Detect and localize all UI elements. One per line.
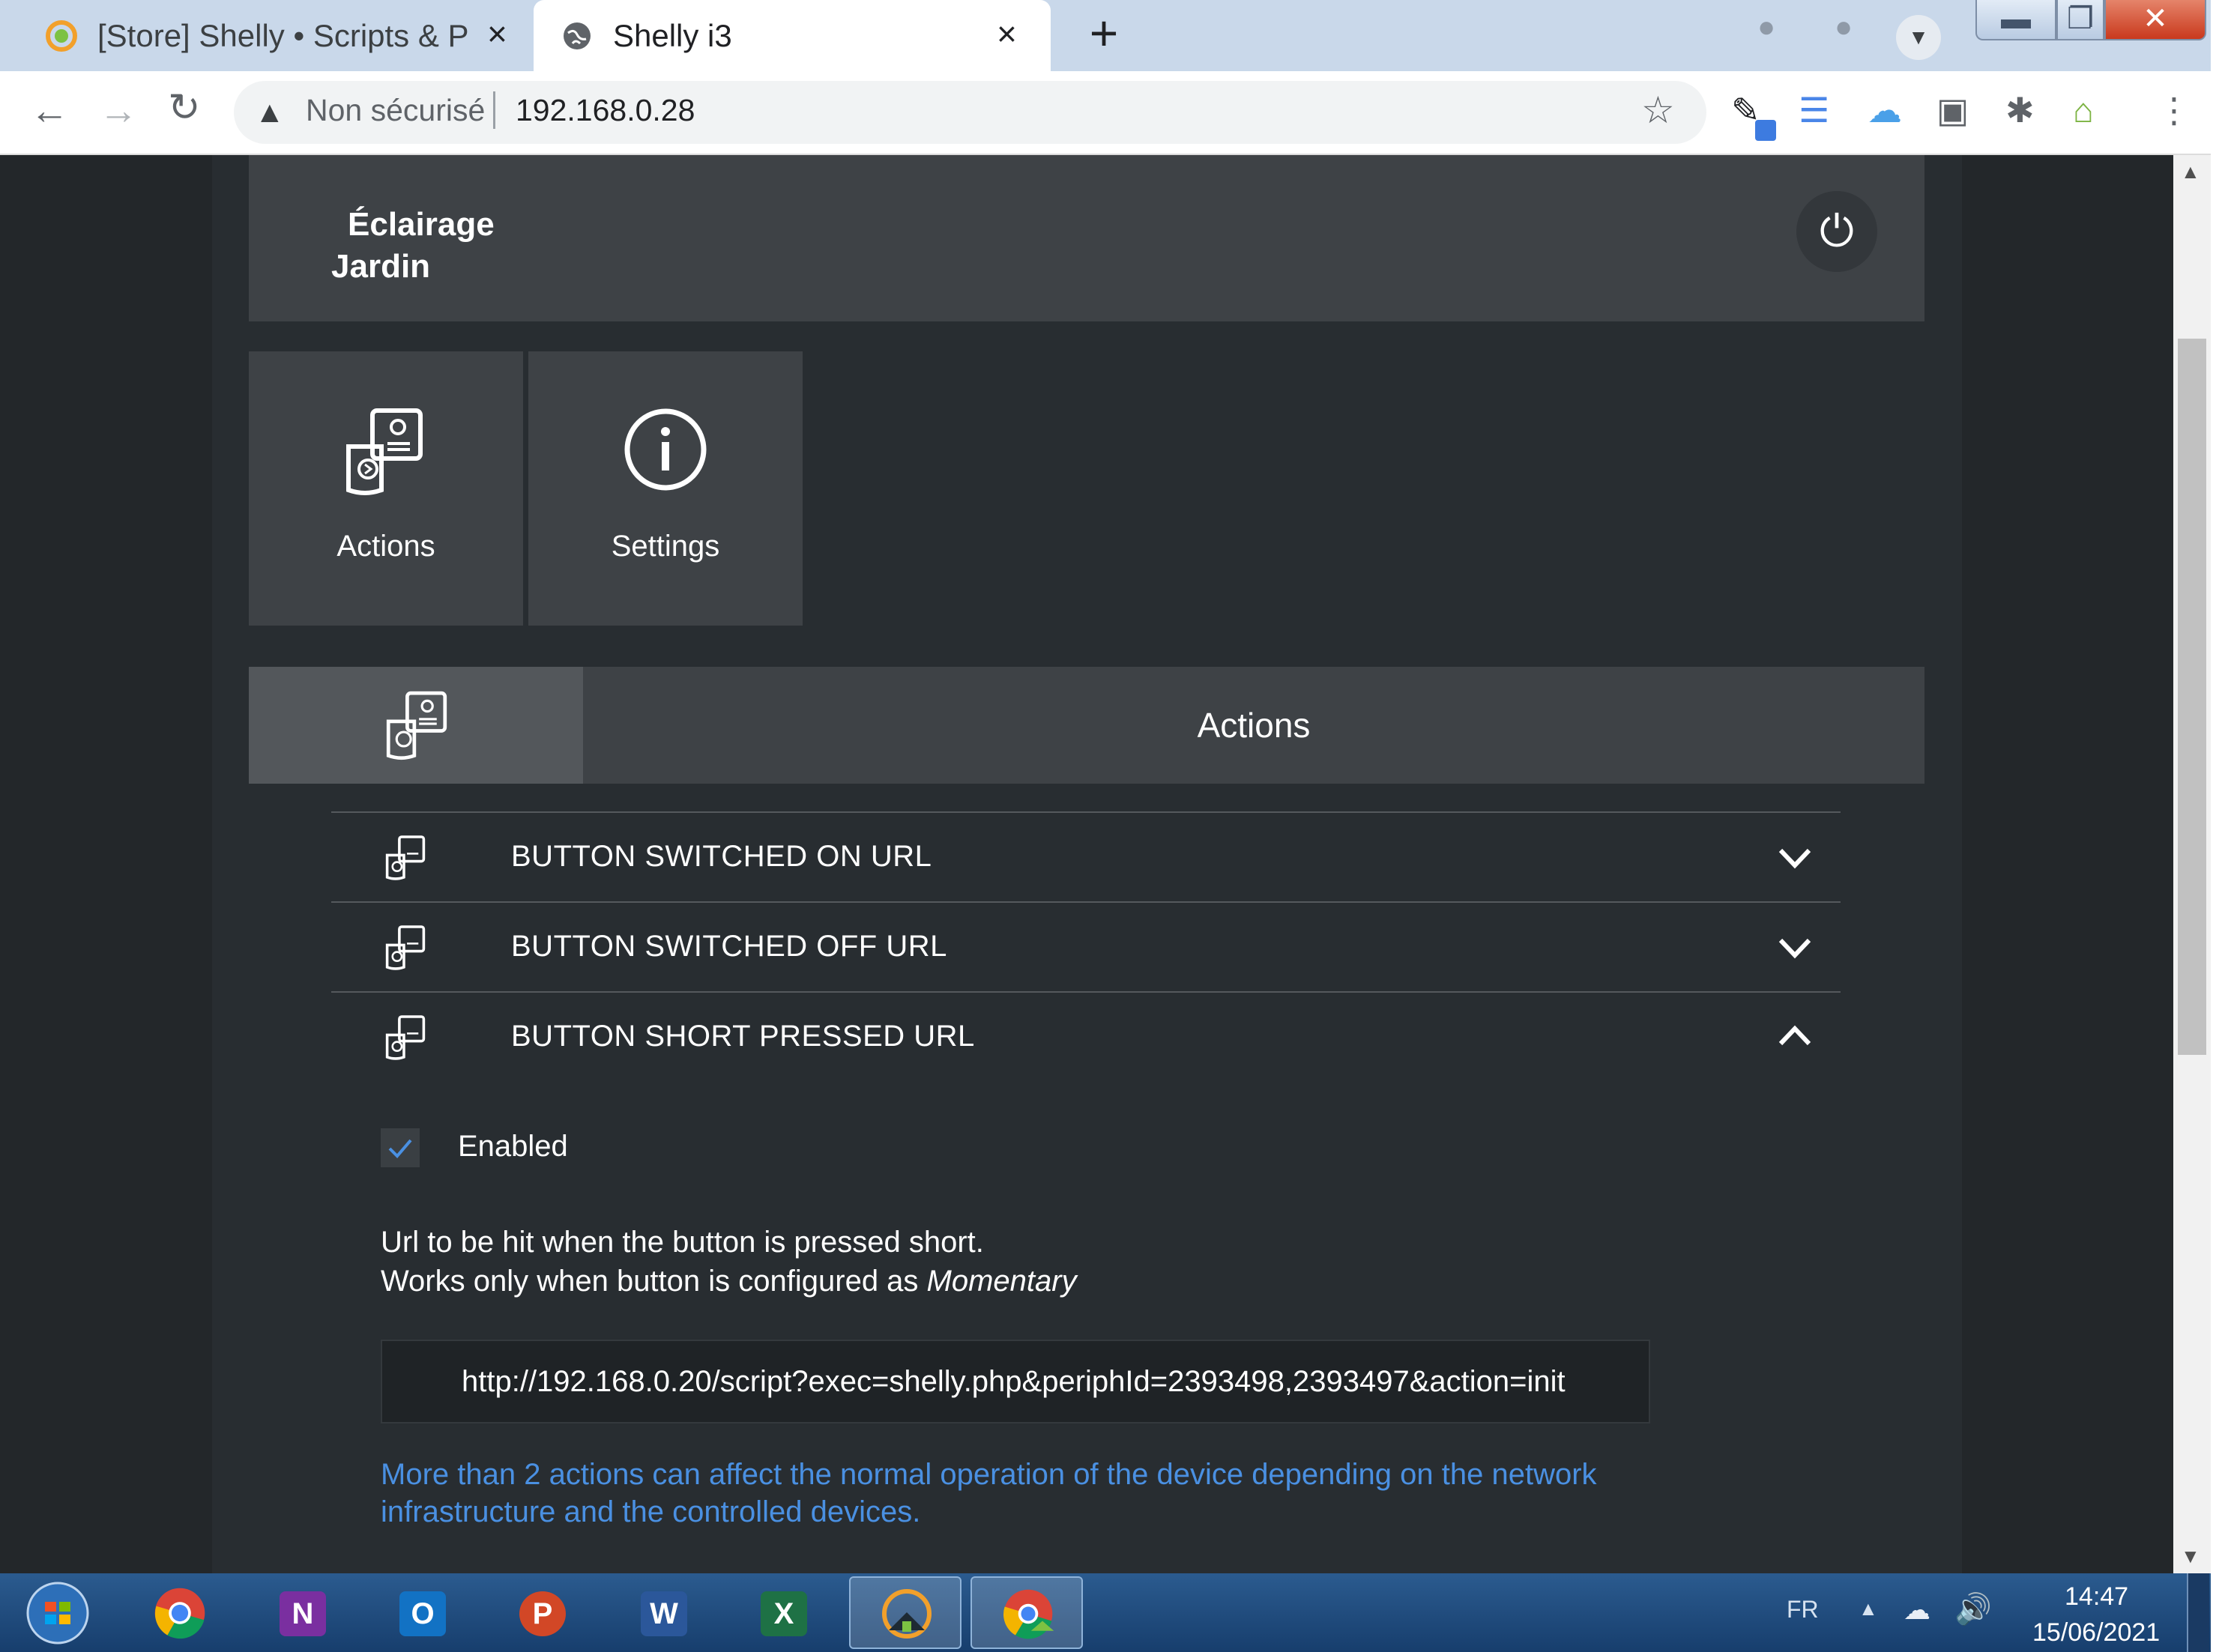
screen-edge (2211, 0, 2231, 1652)
tab-title: [Store] Shelly • Scripts & P (97, 17, 469, 53)
scroll-down-icon[interactable]: ▼ (2181, 1545, 2200, 1568)
menu-kebab-icon[interactable]: ⋮ (2157, 90, 2191, 130)
puzzle-extensions-icon[interactable]: ✱ (2005, 90, 2035, 130)
back-arrow-icon[interactable]: ← (30, 88, 69, 133)
volume-icon[interactable]: 🔊 (1954, 1591, 1992, 1627)
taskbar-jeedom[interactable] (849, 1576, 961, 1649)
device-name-line1: Éclairage (348, 206, 495, 243)
enabled-checkbox[interactable] (381, 1128, 420, 1167)
onenote-icon: N (280, 1591, 326, 1636)
url-text[interactable]: 192.168.0.28 (516, 93, 695, 128)
actions-icon (385, 835, 426, 880)
actions-icon (386, 691, 447, 760)
taskbar-powerpoint[interactable]: P (487, 1576, 600, 1649)
restore-button[interactable]: ❐ (2056, 0, 2104, 40)
short-pressed-url-input[interactable]: http://192.168.0.20/script?exec=shelly.p… (381, 1340, 1650, 1423)
tab-title: Shelly i3 (613, 17, 732, 53)
network-icon[interactable]: ☁ (1904, 1594, 1930, 1626)
momentary-emphasis: Momentary (926, 1265, 1077, 1298)
warning-line1: More than 2 actions can affect the norma… (381, 1458, 1597, 1491)
action-row-short-pressed[interactable]: BUTTON SHORT PRESSED URL (331, 993, 1841, 1081)
action-row-switched-off[interactable]: BUTTON SWITCHED OFF URL (331, 903, 1841, 991)
taskbar-excel[interactable]: X (728, 1576, 841, 1649)
translate-extension-icon[interactable]: ☰ (1799, 90, 1829, 130)
taskbar-onenote[interactable]: N (247, 1576, 360, 1649)
close-icon[interactable]: × (487, 13, 507, 54)
tile-settings-label: Settings (611, 530, 720, 563)
info-icon (624, 408, 707, 491)
taskbar-word[interactable]: W (609, 1576, 721, 1649)
actions-icon (385, 925, 426, 970)
minimize-button[interactable]: ▬ (1975, 0, 2056, 40)
windows-start-orb-icon (26, 1582, 89, 1645)
checkmark-icon (388, 1139, 412, 1158)
excel-icon: X (761, 1591, 807, 1636)
extension-faint-icon: ● (1835, 10, 1853, 43)
cloud-extension-icon[interactable]: ☁ (1868, 90, 1902, 130)
close-icon[interactable]: × (997, 13, 1017, 54)
clock-time[interactable]: 14:47 (2065, 1582, 2128, 1612)
security-label[interactable]: Non sécurisé (306, 93, 485, 128)
description-line2-text: Works only when button is configured as (381, 1265, 927, 1298)
section-title: Actions (1197, 706, 1311, 745)
pen-extension-badge (1755, 120, 1776, 141)
globe-icon (564, 22, 591, 49)
power-icon: ⏻ (1820, 207, 1854, 255)
device-name-line2: Jardin (331, 248, 431, 285)
tab-shelly-i3[interactable]: Shelly i3 × (534, 0, 1051, 71)
actions-icon (385, 1015, 426, 1060)
jeedom-house-icon (882, 1589, 932, 1639)
search-tabs-icon: ● (1757, 10, 1776, 43)
scrollbar-thumb[interactable] (2178, 339, 2206, 1055)
chrome-icon (154, 1588, 205, 1639)
tray-expand-icon[interactable]: ▲ (1859, 1597, 1878, 1621)
scroll-up-icon[interactable]: ▲ (2181, 160, 2200, 184)
tab-search-dropdown-icon[interactable]: ▼ (1896, 15, 1941, 60)
bookmark-star-icon[interactable]: ☆ (1641, 88, 1675, 132)
tab-store-shelly[interactable]: [Store] Shelly • Scripts & P × (15, 0, 528, 71)
actions-icon (346, 408, 423, 495)
powerpoint-icon: P (519, 1591, 566, 1636)
forward-arrow-icon[interactable]: → (99, 88, 138, 133)
home-extension-icon[interactable]: ⌂ (2073, 90, 2094, 130)
chevron-up-icon[interactable] (1776, 1021, 1814, 1051)
clock-date[interactable]: 15/06/2021 (2032, 1618, 2160, 1648)
word-icon: W (641, 1591, 687, 1636)
window-close-button[interactable]: ✕ (2104, 0, 2206, 40)
taskbar-chrome-jeedom[interactable] (970, 1576, 1083, 1649)
power-button[interactable]: ⏻ (1796, 191, 1877, 272)
show-desktop-button[interactable] (2187, 1573, 2209, 1652)
tile-actions[interactable]: Actions (249, 351, 523, 626)
chevron-down-icon[interactable] (1776, 843, 1814, 873)
taskbar-chrome[interactable] (124, 1576, 236, 1649)
outlook-icon: O (399, 1591, 446, 1636)
action-row-switched-on[interactable]: BUTTON SWITCHED ON URL (331, 813, 1841, 901)
jeedom-tab-icon (46, 19, 77, 52)
chrome-app-icon (1003, 1589, 1054, 1639)
tile-actions-label: Actions (336, 530, 435, 563)
reload-icon[interactable]: ↻ (168, 85, 201, 130)
description-line1: Url to be hit when the button is pressed… (381, 1226, 984, 1259)
language-indicator[interactable]: FR (1787, 1596, 1819, 1624)
action-row-label: BUTTON SHORT PRESSED URL (511, 1020, 975, 1053)
warning-triangle-icon[interactable]: ▲ (255, 96, 285, 130)
action-row-label: BUTTON SWITCHED OFF URL (511, 930, 947, 963)
enabled-label[interactable]: Enabled (458, 1130, 568, 1164)
tile-settings[interactable]: Settings (528, 351, 803, 626)
section-icon-box (249, 667, 583, 784)
action-row-label: BUTTON SWITCHED ON URL (511, 840, 932, 873)
profile-extension-icon[interactable]: ▣ (1936, 90, 1969, 130)
address-separator (493, 91, 495, 129)
new-tab-button[interactable]: + (1079, 8, 1129, 60)
taskbar-outlook[interactable]: O (367, 1576, 480, 1649)
device-header: Éclairage Jardin (249, 155, 1924, 321)
start-button[interactable] (0, 1576, 112, 1649)
chevron-down-icon[interactable] (1776, 933, 1814, 963)
warning-line2: infrastructure and the controlled device… (381, 1495, 921, 1528)
description-line2: Works only when button is configured as … (381, 1265, 1077, 1298)
